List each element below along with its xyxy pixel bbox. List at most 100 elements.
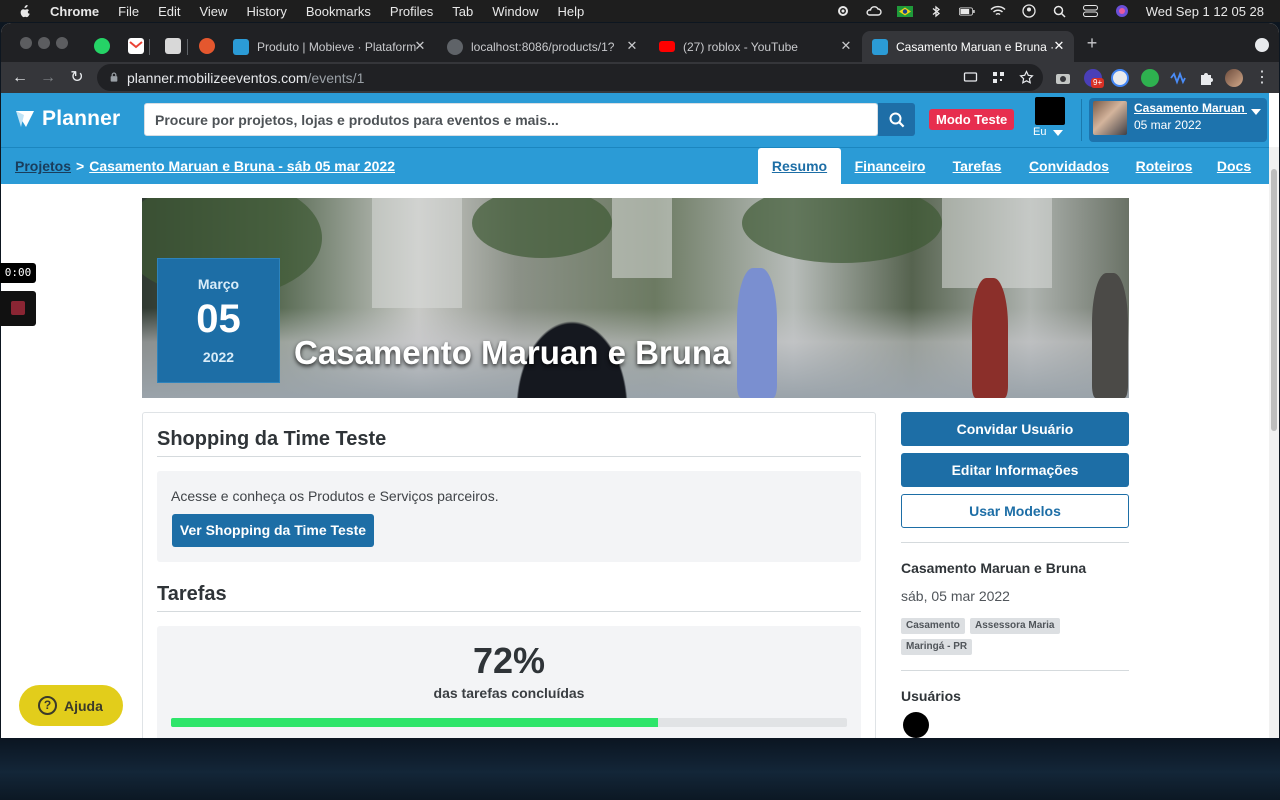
- menu-profiles[interactable]: Profiles: [390, 4, 433, 19]
- use-templates-button[interactable]: Usar Modelos: [901, 494, 1129, 528]
- help-button[interactable]: ? Ajuda: [19, 685, 123, 726]
- breadcrumb-projetos-link[interactable]: Projetos: [15, 158, 71, 174]
- tab-close-icon[interactable]: ✕: [625, 39, 639, 53]
- tab-tarefas[interactable]: Tarefas: [946, 148, 1008, 185]
- tab-close-icon[interactable]: ✕: [839, 39, 853, 53]
- url-text: planner.mobilizeeventos.com/events/1: [127, 70, 364, 86]
- scrollbar-thumb[interactable]: [1271, 169, 1277, 431]
- tab-title: Casamento Maruan e Bruna · sáb: [896, 39, 1056, 54]
- edit-info-button[interactable]: Editar Informações: [901, 453, 1129, 487]
- breadcrumb-separator: >: [76, 158, 85, 174]
- tasks-heading: Tarefas: [157, 583, 227, 605]
- menu-view[interactable]: View: [199, 4, 227, 19]
- back-arrow-icon[interactable]: ←: [11, 69, 29, 87]
- profile-avatar-icon[interactable]: [1225, 69, 1243, 87]
- extension-badge-icon[interactable]: 9+: [1084, 69, 1105, 88]
- forward-arrow-icon[interactable]: →: [39, 69, 57, 87]
- menu-clock[interactable]: Wed Sep 1 12 05 28: [1146, 4, 1264, 19]
- compass-extension-icon[interactable]: [1111, 69, 1129, 87]
- battery-icon[interactable]: [958, 5, 975, 17]
- minimize-window-button[interactable]: [38, 37, 50, 49]
- tab-localhost-products[interactable]: localhost:8086/products/1? ✕: [437, 31, 647, 62]
- page-scrollbar[interactable]: [1269, 147, 1279, 738]
- apple-icon[interactable]: [18, 4, 32, 18]
- tab-strip: Produto | Mobieve · Plataforma ✕ localho…: [1, 23, 1279, 62]
- search-input[interactable]: [144, 103, 878, 136]
- pinned-tab-whatsapp-icon[interactable]: [94, 38, 110, 54]
- evernote-extension-icon[interactable]: [1141, 69, 1159, 87]
- user-avatar[interactable]: [903, 712, 929, 738]
- zoom-window-button[interactable]: [56, 37, 68, 49]
- tab-search-chevron-icon[interactable]: [1255, 38, 1269, 52]
- search-icon: [889, 112, 904, 127]
- view-shopping-button[interactable]: Ver Shopping da Time Teste: [172, 514, 374, 547]
- browser-toolbar: ← → ↻ planner.mobilizeeventos.com/events…: [1, 62, 1279, 93]
- pinned-tab-calendar-icon[interactable]: [199, 38, 215, 54]
- search-button[interactable]: [878, 103, 915, 136]
- hero-photo-tree: [472, 198, 612, 258]
- tab-close-icon[interactable]: ✕: [413, 39, 427, 53]
- shopping-description: Acesse e conheça os Produtos e Serviços …: [171, 488, 499, 504]
- tab-produto-mobieve[interactable]: Produto | Mobieve · Plataforma ✕: [223, 31, 435, 62]
- flag-icon[interactable]: [896, 5, 913, 17]
- menu-history[interactable]: History: [246, 4, 286, 19]
- planner-logo-icon: [16, 111, 34, 127]
- spotlight-search-icon[interactable]: [1052, 5, 1068, 18]
- url-path: /events/1: [307, 70, 365, 86]
- tasks-percent-label: das tarefas concluídas: [433, 685, 585, 701]
- wave-extension-icon[interactable]: [1169, 69, 1187, 87]
- menu-help[interactable]: Help: [558, 4, 585, 19]
- gear-status-icon[interactable]: [835, 5, 851, 17]
- puzzle-extensions-icon[interactable]: [1197, 69, 1215, 87]
- recording-timer: 0:00: [0, 263, 36, 283]
- tab-docs[interactable]: Docs: [1213, 148, 1255, 185]
- shopping-heading: Shopping da Time Teste: [157, 428, 387, 450]
- tab-roteiros[interactable]: Roteiros: [1129, 148, 1199, 185]
- wifi-icon[interactable]: [990, 5, 1006, 17]
- tab-convidados[interactable]: Convidados: [1023, 148, 1115, 185]
- me-menu[interactable]: Eu: [1033, 97, 1067, 141]
- question-icon: ?: [38, 696, 57, 715]
- qr-code-icon[interactable]: [991, 70, 1006, 85]
- divider: [901, 542, 1129, 543]
- weather-icon[interactable]: [866, 5, 882, 17]
- menu-app-name[interactable]: Chrome: [50, 4, 99, 19]
- tab-resumo[interactable]: Resumo: [758, 148, 841, 185]
- tab-youtube[interactable]: (27) roblox - YouTube ✕: [649, 31, 861, 62]
- stop-recording-button[interactable]: [0, 291, 36, 326]
- kebab-menu-icon[interactable]: ⋮: [1253, 69, 1271, 87]
- new-tab-plus-icon[interactable]: +: [1084, 34, 1100, 52]
- tab-title: Produto | Mobieve · Plataforma: [257, 39, 417, 54]
- tab-close-icon[interactable]: ✕: [1052, 39, 1066, 53]
- me-avatar: [1035, 97, 1065, 125]
- tab-financeiro[interactable]: Financeiro: [849, 148, 931, 185]
- planner-logo[interactable]: Planner: [15, 107, 120, 131]
- pinned-tab-gmail-icon[interactable]: [128, 38, 144, 54]
- user-switch-icon[interactable]: [1021, 4, 1037, 18]
- breadcrumb-current-link[interactable]: Casamento Maruan e Bruna - sáb 05 mar 20…: [89, 158, 395, 174]
- cast-icon[interactable]: [963, 70, 978, 85]
- event-avatar: [1093, 101, 1127, 135]
- reload-icon[interactable]: ↻: [68, 69, 86, 87]
- pinned-tab-trello-icon[interactable]: [165, 38, 181, 54]
- menu-file[interactable]: File: [118, 4, 139, 19]
- tab-casamento-active[interactable]: Casamento Maruan e Bruna · sáb ✕: [862, 31, 1074, 62]
- menu-bookmarks[interactable]: Bookmarks: [306, 4, 371, 19]
- address-bar[interactable]: planner.mobilizeeventos.com/events/1: [97, 64, 1043, 91]
- event-switcher[interactable]: Casamento Maruan e Bruna 05 mar 2022: [1089, 98, 1267, 142]
- shopping-panel: Acesse e conheça os Produtos e Serviços …: [157, 471, 861, 562]
- event-switcher-name[interactable]: Casamento Maruan e Bruna: [1134, 101, 1247, 115]
- menu-tab[interactable]: Tab: [452, 4, 473, 19]
- close-window-button[interactable]: [20, 37, 32, 49]
- camera-extension-icon[interactable]: [1054, 69, 1072, 87]
- invite-user-button[interactable]: Convidar Usuário: [901, 412, 1129, 446]
- siri-icon[interactable]: [1114, 5, 1130, 17]
- planner-favicon-icon: [233, 38, 249, 55]
- menu-window[interactable]: Window: [492, 4, 538, 19]
- breadcrumb: Projetos > Casamento Maruan e Bruna - sáb …: [15, 158, 395, 174]
- menu-edit[interactable]: Edit: [158, 4, 180, 19]
- control-center-icon[interactable]: [1083, 5, 1099, 17]
- bluetooth-icon[interactable]: [928, 5, 944, 17]
- bookmark-star-icon[interactable]: [1019, 70, 1034, 85]
- tag-assessora: Assessora Maria: [970, 618, 1060, 634]
